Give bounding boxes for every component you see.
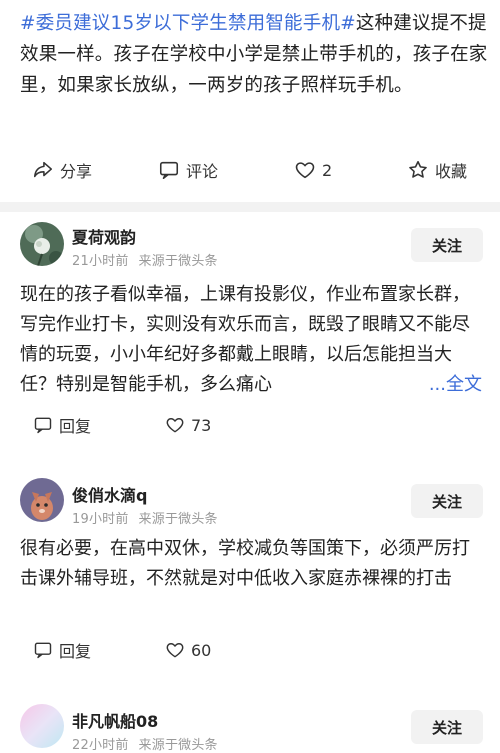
like-count: 2	[322, 160, 333, 180]
share-label: 分享	[60, 162, 93, 181]
reply-button[interactable]: 回复	[33, 635, 91, 665]
comment-like-button[interactable]: 60	[165, 635, 211, 665]
comment-author[interactable]: 非凡帆船08	[72, 708, 158, 732]
comment-author[interactable]: 俊俏水滴q	[72, 482, 147, 506]
comment-source: 来源于微头条	[138, 254, 218, 269]
comment-like-count: 60	[191, 640, 212, 660]
comment-actions: 回复 73	[0, 410, 500, 440]
comment-meta: 19小时前 来源于微头条	[72, 508, 218, 527]
comment-time: 19小时前	[72, 512, 129, 527]
comment-time: 21小时前	[72, 254, 129, 269]
heart-icon	[166, 643, 184, 658]
favorite-button[interactable]: 收藏	[407, 152, 467, 188]
avatar[interactable]	[20, 704, 64, 748]
section-divider	[0, 202, 500, 212]
follow-button[interactable]: 关注	[411, 228, 483, 262]
post-action-bar: 分享 评论 2 收藏	[0, 152, 500, 188]
comment-button[interactable]: 评论	[158, 152, 218, 188]
comment-source: 来源于微头条	[138, 738, 218, 753]
reply-label: 回复	[59, 417, 92, 436]
comment-actions: 回复 60	[0, 635, 500, 665]
reply-button[interactable]: 回复	[33, 410, 91, 440]
hashtag-link[interactable]: #委员建议15岁以下学生禁用智能手机#	[20, 13, 356, 34]
share-button[interactable]: 分享	[32, 152, 92, 188]
favorite-label: 收藏	[435, 162, 468, 181]
comment-time: 22小时前	[72, 738, 129, 753]
comment-text: 现在的孩子看似幸福，上课有投影仪，作业布置家长群，写完作业打卡，实则没有欢乐而言…	[20, 284, 470, 395]
comment-icon	[159, 161, 179, 180]
reply-icon	[34, 417, 52, 434]
comment-label: 评论	[186, 162, 219, 181]
follow-button[interactable]: 关注	[411, 710, 483, 744]
post-text: #委员建议15岁以下学生禁用智能手机#这种建议提不提效果一样。孩子在学校中小学是…	[20, 8, 488, 101]
comment-like-count: 73	[191, 415, 212, 435]
share-icon	[33, 161, 53, 178]
comment-meta: 21小时前 来源于微头条	[72, 250, 218, 269]
expand-full-text-link[interactable]: ...全文	[424, 370, 482, 400]
comment-like-button[interactable]: 73	[165, 410, 211, 440]
comment-author[interactable]: 夏荷观韵	[72, 224, 136, 248]
avatar[interactable]	[20, 478, 64, 522]
heart-icon	[166, 418, 184, 433]
star-icon	[409, 160, 427, 178]
like-button[interactable]: 2	[294, 152, 332, 188]
follow-button[interactable]: 关注	[411, 484, 483, 518]
comment-text: 很有必要，在高中双休，学校减负等国策下，必须严厉打击课外辅导班，不然就是对中低收…	[20, 538, 470, 589]
avatar[interactable]	[20, 222, 64, 266]
comment-source: 来源于微头条	[138, 512, 218, 527]
heart-icon	[295, 162, 315, 179]
comment-meta: 22小时前 来源于微头条	[72, 734, 218, 753]
reply-label: 回复	[59, 642, 92, 661]
reply-icon	[34, 642, 52, 659]
